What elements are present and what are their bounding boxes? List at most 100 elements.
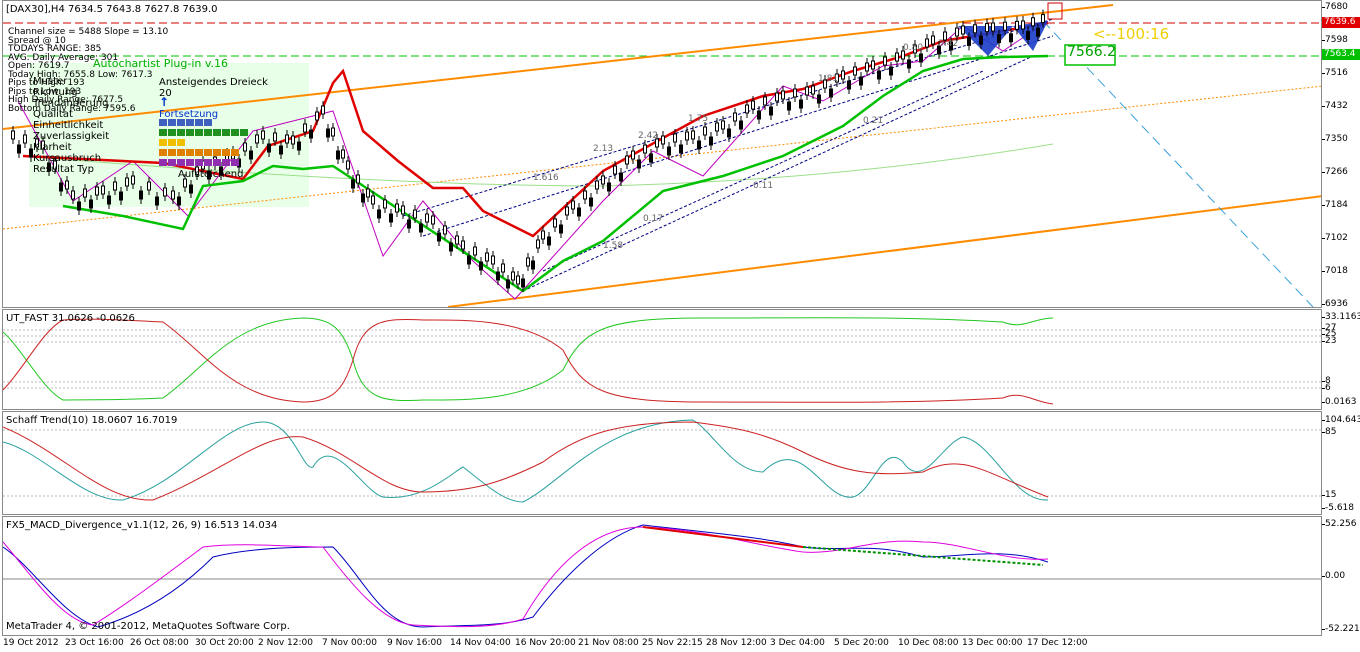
candle-body [461,240,465,250]
criteria-label: Einheitlichkeit [33,120,104,131]
candle-body [787,101,791,111]
candle-body [1003,21,1007,31]
time-axis-label: 3 Dec 04:00 [770,638,825,648]
candle-body [255,134,259,144]
schaff-red-line [3,421,1049,501]
candle-body [101,185,105,195]
price-axis-label: 7184 [1325,200,1348,210]
criteria-label: Trendanderung [33,98,109,109]
time-axis-label: 19 Oct 2012 [3,638,59,648]
candle-body [279,145,283,155]
fib-label: 0.80 [903,43,924,53]
plugin-title: Autochartist Plug-in v.16 [93,57,229,70]
chart-header: [DAX30],H4 7634.5 7643.8 7627.8 7639.0 [6,4,218,15]
candle-body [865,62,869,72]
macd-blue-line [3,524,1049,628]
macd-svg [3,524,1321,628]
time-axis[interactable]: 19 Oct 2012 23 Oct 16:00 26 Oct 08:00 30 Oc… [0,636,1360,652]
candle-body [83,188,87,198]
candle-body [679,144,683,154]
candle-body [673,133,677,143]
candle-body [95,186,99,196]
criteria-label: Richtung [33,87,78,98]
candle-body [781,90,785,100]
candle-body [506,279,510,289]
time-axis-label: 2 Nov 12:00 [258,638,313,648]
candle-body [1026,30,1030,40]
price-chart-pane[interactable]: [DAX30],H4 7634.5 7643.8 7627.8 7639.0 C… [2,0,1322,308]
candle-body [757,110,761,120]
candle-body [721,120,725,130]
candle-body [516,275,520,285]
candle-body [649,153,653,163]
candle-body [595,180,599,190]
candle-body [11,130,15,140]
candle-body [601,175,605,185]
candle-body [841,70,845,80]
time-axis-label: 30 Oct 20:00 [195,638,254,648]
time-axis-label: 13 Dec 00:00 [962,638,1023,648]
candle-body [559,224,563,234]
candle-body [541,230,545,240]
candle-body [745,104,749,114]
fib-label: 2.42 [638,131,659,141]
macd-title: FX5_MACD_Divergence_v1.1(12, 26, 9) 16.5… [6,520,278,531]
price-axis-label: 7598 [1325,35,1348,45]
candle-body [847,80,851,90]
ut-fast-svg [3,317,1321,405]
candle-body [366,188,370,198]
candle-body [763,96,767,106]
time-axis-label: 25 Nov 22:15 [642,638,703,648]
criteria-label: Qualitat [33,109,73,120]
criteria-label: Zuverlassigkeit [33,131,110,142]
candle-body [1031,17,1035,27]
candle-body [501,263,505,273]
ut-fast-title: UT_FAST 31.0626 -0.0626 [6,313,135,324]
schaff-pane[interactable]: Schaff Trend(10) 18.0607 16.7019 [2,411,1322,515]
macd-axis[interactable]: 52.256 0.00 -52.221 [1322,516,1360,636]
price-axis-label: 6936 [1325,299,1348,309]
candle-body [273,132,277,142]
copyright-label: MetaTrader 4, © 2001-2012, MetaQuotes So… [6,621,290,632]
criteria-label: Klarheit [33,142,72,153]
macd-pane[interactable]: FX5_MACD_Divergence_v1.1(12, 26, 9) 16.5… [2,516,1322,636]
schaff-axis-label: 104.643 [1325,415,1360,425]
price-axis-label: 7266 [1325,167,1348,177]
ut-fast-pane[interactable]: UT_FAST 31.0626 -0.0626 [2,309,1322,410]
schaff-axis[interactable]: 104.643 85 15 -5.618 [1322,411,1360,515]
criteria-label: Muster [33,76,68,87]
criteria-label: Kursausbruch [33,153,102,164]
result-label: Aufsteichend [178,169,244,180]
time-axis-label: 16 Nov 20:00 [515,638,576,648]
candle-body [1021,20,1025,30]
candle-body [536,239,540,249]
candle-body [401,205,405,215]
quality-bars [159,119,249,169]
fib-label: 1.616 [533,173,559,183]
candle-body [907,59,911,69]
candle-body [431,215,435,225]
candle-body [351,179,355,189]
ut-axis-label: 6 [1325,383,1331,393]
candle-body [267,143,271,153]
candle-body [425,213,429,223]
candle-body [577,207,581,217]
candle-body [315,111,319,121]
candle-body [619,172,623,182]
ut-fast-axis[interactable]: 33.1163 27 25 23 8 6 0.0163 [1322,309,1360,410]
candle-body [326,128,330,138]
candle-body [491,255,495,265]
price-axis[interactable]: 7680 7598 7516 7432 7350 7266 7184 7102 7018 6936 [1322,0,1360,309]
candle-body [496,271,500,281]
candle-body [291,135,295,145]
candle-body [107,195,111,205]
macd-divergence-red [642,526,804,548]
candle-body [356,174,360,184]
candle-body [479,261,483,271]
candle-body [991,22,995,32]
candle-body [521,278,525,288]
ut-axis-label: 33.1163 [1325,312,1360,322]
candle-body [1041,14,1045,24]
macd-axis-label: -52.221 [1325,624,1360,634]
pattern-name: Ansteigendes Dreieck [159,77,268,88]
